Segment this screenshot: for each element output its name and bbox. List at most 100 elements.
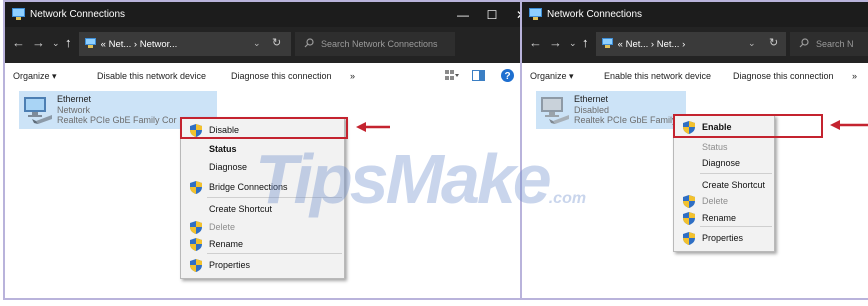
forward-button[interactable]: →: [32, 35, 45, 51]
breadcrumb-item[interactable]: Net...: [109, 39, 132, 50]
network-folder-icon: [85, 38, 96, 48]
recent-locations-button[interactable]: ⌄: [569, 35, 577, 51]
menu-item-label: Properties: [702, 233, 744, 243]
menu-separator: [207, 253, 342, 254]
disable-device-command[interactable]: Disable this network device: [97, 71, 206, 81]
menu-item-properties[interactable]: Properties: [181, 256, 344, 274]
search-icon: [304, 38, 314, 48]
menu-item-label: Diagnose: [702, 158, 741, 168]
shield-icon: [190, 238, 202, 251]
connection-status: Network: [57, 104, 91, 115]
adapter-name: Realtek PCIe GbE Family: [574, 115, 677, 125]
shield-icon: [683, 212, 695, 225]
menu-item-delete: Delete: [674, 192, 774, 210]
address-bar-row: ← → ⌄ ↑ « Net... › Networ... ⌄ ↻ Search …: [5, 27, 523, 63]
window-title: Network Connections: [30, 9, 126, 20]
up-button[interactable]: ↑: [582, 35, 589, 51]
breadcrumb-separator: ›: [682, 39, 686, 50]
organize-menu[interactable]: Organize ▾: [530, 71, 574, 82]
preview-pane-icon[interactable]: [472, 70, 485, 81]
ethernet-adapter-icon: [24, 97, 52, 124]
chevron-down-icon[interactable]: ⌄: [748, 38, 756, 49]
command-bar: Organize ▾ Enable this network device Di…: [522, 63, 868, 90]
breadcrumb-overflow[interactable]: «: [101, 39, 106, 50]
highlight-box-enable: [673, 114, 823, 138]
more-commands[interactable]: »: [852, 71, 857, 81]
organize-menu[interactable]: Organize ▾: [13, 71, 57, 82]
connection-details: Ethernet Network Realtek PCIe GbE Family…: [57, 94, 177, 126]
menu-item-label: Create Shortcut: [702, 180, 766, 190]
menu-item-properties[interactable]: Properties: [674, 229, 774, 247]
ethernet-connection-item[interactable]: Ethernet Disabled Realtek PCIe GbE Famil…: [536, 91, 686, 129]
maximize-button[interactable]: ☐: [477, 6, 507, 24]
help-icon[interactable]: ?: [501, 69, 514, 82]
more-commands[interactable]: »: [350, 71, 355, 81]
search-icon: [799, 38, 809, 48]
menu-item-label: Status: [209, 144, 237, 154]
breadcrumb: « Net... › Networ...: [83, 38, 177, 50]
shield-icon: [683, 195, 695, 208]
menu-separator: [700, 173, 772, 174]
title-bar[interactable]: Network Connections: [522, 2, 868, 27]
highlight-box-disable: [180, 117, 348, 139]
menu-item-label: Delete: [209, 222, 236, 232]
window-title: Network Connections: [547, 9, 643, 20]
back-button[interactable]: ←: [529, 35, 542, 51]
menu-item-label: Rename: [209, 239, 244, 249]
chevron-down-icon[interactable]: ⌄: [253, 38, 261, 49]
arrow-pointer-icon: [830, 120, 868, 130]
connection-details: Ethernet Disabled Realtek PCIe GbE Famil…: [574, 94, 677, 126]
search-placeholder: Search N: [816, 39, 854, 49]
menu-item-rename[interactable]: Rename: [181, 235, 344, 253]
watermark-suffix: .com: [548, 190, 587, 207]
svg-text:?: ?: [504, 71, 510, 82]
shield-icon: [190, 181, 202, 194]
address-bar-row: ← → ⌄ ↑ « Net... › Net... › ⌄ ↻ Search N: [522, 27, 868, 63]
address-box[interactable]: « Net... › Networ... ⌄ ↻: [79, 32, 291, 56]
enable-device-command[interactable]: Enable this network device: [604, 71, 711, 81]
diagnose-connection-command[interactable]: Diagnose this connection: [231, 71, 332, 81]
network-connections-app-icon: [529, 8, 542, 20]
menu-item-label: Delete: [702, 196, 729, 206]
menu-item-delete: Delete: [181, 218, 344, 236]
connection-name: Ethernet: [574, 94, 609, 104]
connection-name: Ethernet: [57, 94, 92, 104]
menu-item-rename[interactable]: Rename: [674, 209, 774, 227]
search-box[interactable]: Search N: [790, 32, 868, 56]
address-box[interactable]: « Net... › Net... › ⌄ ↻: [596, 32, 786, 56]
menu-separator: [700, 226, 772, 227]
network-connections-app-icon: [12, 8, 25, 20]
breadcrumb-separator: ›: [650, 39, 655, 50]
ethernet-adapter-disabled-icon: [541, 97, 569, 124]
forward-button[interactable]: →: [549, 35, 562, 51]
title-bar[interactable]: Network Connections — ☐ ✕: [5, 2, 523, 27]
watermark-text: TipsMake: [255, 140, 552, 218]
refresh-icon[interactable]: ↻: [272, 36, 281, 49]
watermark-logo: TipsMake.com: [255, 139, 586, 219]
recent-locations-button[interactable]: ⌄: [52, 35, 60, 51]
breadcrumb-overflow[interactable]: «: [618, 39, 623, 50]
menu-item-diagnose[interactable]: Diagnose: [674, 154, 774, 172]
menu-item-label: Properties: [209, 260, 251, 270]
breadcrumb-item[interactable]: Net...: [626, 39, 649, 50]
breadcrumb: « Net... › Net... ›: [600, 38, 685, 50]
refresh-icon[interactable]: ↻: [769, 36, 778, 49]
up-button[interactable]: ↑: [65, 35, 72, 51]
breadcrumb-item[interactable]: Networ...: [140, 39, 178, 50]
shield-icon: [190, 259, 202, 272]
menu-item-label: Rename: [702, 213, 737, 223]
view-options-icon[interactable]: [445, 70, 459, 81]
shield-icon: [190, 221, 202, 234]
search-box[interactable]: Search Network Connections: [295, 32, 455, 56]
connection-status: Disabled: [574, 104, 610, 115]
menu-item-label: Status: [702, 142, 728, 152]
network-folder-icon: [602, 38, 613, 48]
back-button[interactable]: ←: [12, 35, 25, 51]
menu-item-label: Diagnose: [209, 162, 248, 172]
adapter-name: Realtek PCIe GbE Family Cor: [57, 115, 177, 125]
breadcrumb-item[interactable]: Net...: [657, 39, 680, 50]
minimize-button[interactable]: —: [448, 6, 478, 24]
search-placeholder: Search Network Connections: [321, 39, 438, 49]
breadcrumb-separator: ›: [133, 39, 138, 50]
diagnose-connection-command[interactable]: Diagnose this connection: [733, 71, 834, 81]
